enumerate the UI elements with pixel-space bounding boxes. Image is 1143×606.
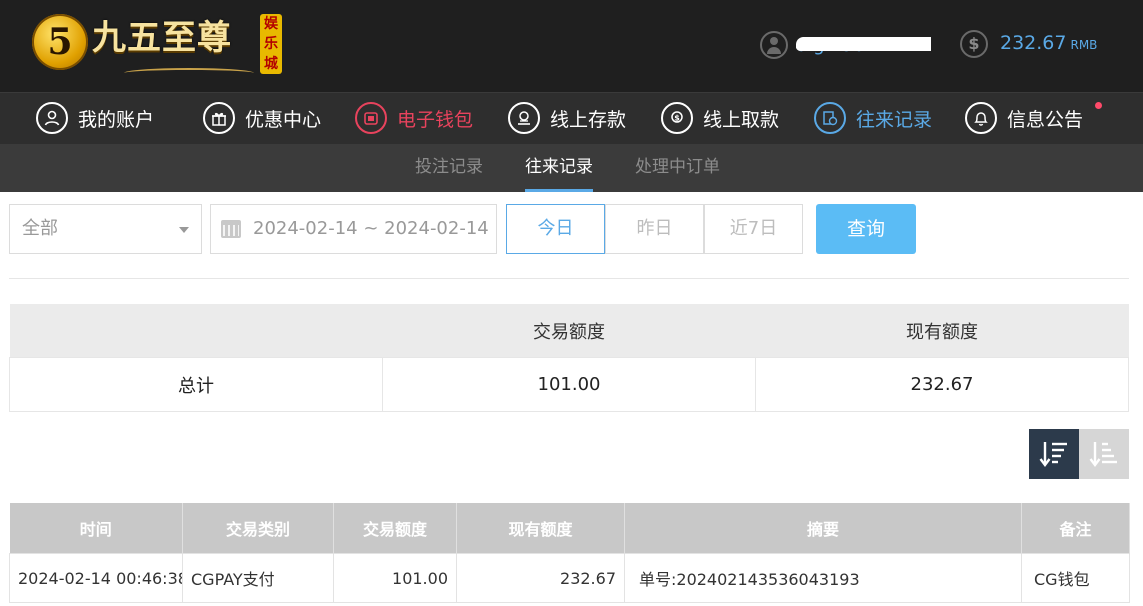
column-header-balance: 现有额度: [456, 503, 625, 554]
summary-header-balance: 现有额度: [755, 304, 1129, 358]
nav-label: 电子钱包: [397, 108, 474, 131]
summary-total-amount: 101.00: [382, 357, 756, 412]
summary-header-row: 交易额度 现有额度: [9, 304, 1129, 358]
summary-header-blank: [9, 304, 383, 358]
nav-announcements[interactable]: 信息公告: [965, 93, 1083, 143]
nav-e-wallet[interactable]: 电子钱包: [355, 93, 473, 143]
user-info[interactable]: d g 490: [760, 30, 931, 60]
svg-text:$: $: [674, 114, 680, 123]
username-redaction: [796, 36, 931, 51]
notification-dot: [1095, 102, 1102, 109]
logo-text: 九五至尊: [92, 18, 232, 58]
balance-amount: 232.67: [1000, 32, 1067, 54]
column-header-amount: 交易额度: [333, 503, 457, 554]
wallet-icon: [355, 102, 387, 134]
nav-online-withdraw[interactable]: $ 线上取款: [661, 93, 779, 143]
summary-row: 总计 101.00 232.67: [9, 357, 1129, 412]
summary-table: 交易额度 现有额度 总计 101.00 232.67: [9, 304, 1129, 412]
divider: [9, 278, 1129, 279]
tab-bet-records[interactable]: 投注记录: [415, 144, 483, 192]
sort-descending-button[interactable]: [1029, 429, 1079, 479]
select-value: 全部: [22, 218, 58, 239]
chevron-down-icon: [179, 227, 189, 233]
site-logo[interactable]: 5 九五至尊 娱乐城: [32, 12, 284, 78]
today-button[interactable]: 今日: [506, 204, 605, 254]
last-7-days-button[interactable]: 近7日: [704, 204, 803, 254]
nav-label: 线上存款: [550, 108, 627, 131]
transaction-table: 时间 交易类别 交易额度 现有额度 摘要 备注 2024-02-14 00:46…: [9, 503, 1130, 603]
cell-summary: 单号:202402143536043193: [624, 553, 1022, 603]
records-icon: [814, 102, 846, 134]
table-row: 2024-02-14 00:46:38 CGPAY支付 101.00 232.6…: [9, 553, 1130, 603]
cell-note: CG钱包: [1021, 553, 1130, 603]
user-icon: [36, 102, 68, 134]
date-range-input[interactable]: 2024-02-14 ~ 2024-02-14: [210, 204, 497, 254]
nav-promotions[interactable]: 优惠中心: [203, 93, 321, 143]
column-header-time: 时间: [9, 503, 183, 554]
summary-total-balance: 232.67: [755, 357, 1129, 412]
date-range-value: 2024-02-14 ~ 2024-02-14: [253, 218, 489, 239]
withdraw-icon: $: [661, 102, 693, 134]
cell-amount: 101.00: [333, 553, 457, 603]
balance-unit: RMB: [1070, 38, 1098, 52]
column-header-category: 交易类别: [182, 503, 334, 554]
main-nav: 我的账户 优惠中心 电子钱包 线上存款 $ 线上取款 往来记录 信息公告: [0, 92, 1143, 144]
cell-time: 2024-02-14 00:46:38: [9, 553, 183, 603]
tab-transaction-records[interactable]: 往来记录: [525, 144, 593, 192]
query-button[interactable]: 查询: [816, 204, 916, 254]
cell-balance: 232.67: [456, 553, 625, 603]
tab-pending-orders[interactable]: 处理中订单: [635, 144, 720, 192]
sort-ascending-icon: [1089, 442, 1117, 467]
top-header: 5 九五至尊 娱乐城 d g 490 $ 232.67RMB: [0, 0, 1143, 92]
coin-icon: $: [960, 30, 988, 58]
cell-category: CGPAY支付: [182, 553, 334, 603]
table-header-row: 时间 交易类别 交易额度 现有额度 摘要 备注: [9, 503, 1130, 554]
sort-descending-icon: [1039, 442, 1067, 467]
nav-my-account[interactable]: 我的账户: [36, 93, 154, 143]
nav-label: 线上取款: [703, 108, 780, 131]
deposit-icon: [508, 102, 540, 134]
nav-label: 信息公告: [1007, 108, 1084, 131]
nav-label: 往来记录: [856, 108, 933, 131]
column-header-summary: 摘要: [624, 503, 1022, 554]
transaction-type-select[interactable]: 全部: [9, 204, 202, 254]
summary-header-amount: 交易额度: [382, 304, 756, 358]
yesterday-button[interactable]: 昨日: [605, 204, 704, 254]
sort-ascending-button[interactable]: [1079, 429, 1129, 479]
nav-transaction-records[interactable]: 往来记录: [814, 93, 932, 143]
bell-icon: [965, 102, 997, 134]
nav-label: 优惠中心: [245, 108, 322, 131]
balance-display: 232.67 RMB: [1000, 32, 1097, 54]
logo-flourish: [124, 68, 254, 78]
username: d g 490: [796, 35, 931, 56]
summary-total-label: 总计: [9, 357, 383, 412]
calendar-icon: [221, 220, 241, 238]
column-header-note: 备注: [1021, 503, 1130, 554]
gift-icon: [203, 102, 235, 134]
user-icon: [760, 31, 788, 59]
logo-tag: 娱乐城: [260, 14, 282, 74]
nav-online-deposit[interactable]: 线上存款: [508, 93, 626, 143]
sub-tabs: 投注记录 往来记录 处理中订单: [0, 144, 1143, 192]
nav-label: 我的账户: [78, 108, 155, 131]
logo-badge: 5: [32, 14, 88, 70]
